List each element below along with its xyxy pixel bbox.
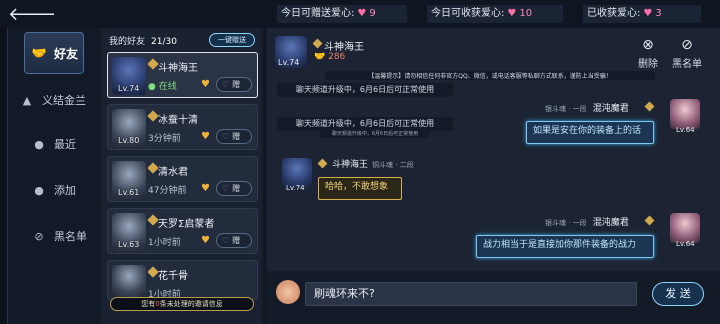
nav-item-sworn[interactable]: ▲ 义结金兰 xyxy=(18,80,100,120)
delete-friend-button[interactable]: ⊗ 删除 xyxy=(638,36,658,70)
friend-list: 我的好友 21/30 一键赠送 Lv.74 斗神海王 ● 在线 ♥ ♡ 赠 Lv.8… xyxy=(103,28,261,324)
nav-item-friends[interactable]: 🤝 好友 xyxy=(24,32,84,74)
heart-icon: ♥ xyxy=(507,8,517,19)
friend-card[interactable]: Lv.74 斗神海王 ● 在线 ♥ ♡ 赠 xyxy=(107,52,258,98)
emoji-button[interactable] xyxy=(276,280,300,304)
send-button[interactable]: 发 送 xyxy=(652,282,704,306)
system-notice: 【温馨提示】请勿相信任何非官方QQ、微信，或电话客服等私聊方式联系，谨防上当受骗… xyxy=(325,71,655,80)
ring-icon: ▲ xyxy=(22,93,32,107)
back-button[interactable]: 🡐 xyxy=(8,4,56,25)
nav-item-recent[interactable]: ● 最近 xyxy=(30,124,112,164)
heart-icon: ♡ xyxy=(222,80,230,89)
heart-count: 🤝 286 xyxy=(314,52,346,62)
gift-icon: ♥ xyxy=(201,131,210,142)
rank-badge-icon xyxy=(147,110,159,122)
heart-icon: ♥ xyxy=(357,8,367,19)
rank-badge-icon xyxy=(147,58,159,70)
gift-icon: ♥ xyxy=(201,235,210,246)
heart-icon: ♡ xyxy=(222,236,230,245)
give-heart-button[interactable]: ♡ 赠 xyxy=(216,181,252,196)
sender-name: 银斗魂 · 一段 混沌魔君 xyxy=(545,104,629,114)
friend-card[interactable]: Lv.80 冰蚕十清 3分钟前 ♥ ♡ 赠 xyxy=(107,104,258,150)
arrow-left-icon: 🡐 xyxy=(8,4,57,25)
message-bubble: 哈哈，不敢想象 xyxy=(318,177,402,200)
user-clock-icon: ● xyxy=(34,137,44,151)
chat-partner-name: 斗神海王 xyxy=(324,42,364,53)
give-heart-button[interactable]: ♡ 赠 xyxy=(216,233,252,248)
handshake-icon: 🤝 xyxy=(314,52,326,62)
heart-icon: ♥ xyxy=(643,8,653,19)
friend-card[interactable]: Lv.63 天罗Σ启蒙者 1小时前 ♥ ♡ 赠 xyxy=(107,208,258,254)
heart-icon: ♡ xyxy=(222,132,230,141)
system-message: 聊天频道升级中，6月6日后可正常使用 xyxy=(277,83,453,97)
avatar[interactable] xyxy=(670,99,700,129)
system-message: 聊天频道升级中，6月6日后可正常使用 xyxy=(320,130,430,138)
sender-name: 斗神海王 铜斗魂 · 二段 xyxy=(332,160,414,170)
friend-card[interactable]: 花千骨 1小时前 xyxy=(107,260,258,300)
rank-badge-icon xyxy=(147,214,159,226)
sender-name: 银斗魂 · 一段 混沌魔君 xyxy=(545,218,629,228)
friend-list-header: 我的好友 21/30 xyxy=(109,37,177,47)
nav-item-blacklist[interactable]: ⊘ 黑名单 xyxy=(30,216,112,256)
receive-hearts-stat: 今日可收获爱心: ♥ 10 xyxy=(427,5,563,23)
friend-card[interactable]: Lv.61 清水君 47分钟前 ♥ ♡ 赠 xyxy=(107,156,258,202)
avatar[interactable] xyxy=(670,213,700,243)
delete-user-icon: ⊗ xyxy=(642,37,654,53)
rank-badge-icon xyxy=(147,266,159,278)
message-bubble: 战力相当于是直接加你那件装备的战力 xyxy=(476,235,654,258)
message-bubble: 如果是安在你的装备上的话 xyxy=(526,121,654,144)
gift-hearts-stat: 今日可赠送爱心: ♥ 9 xyxy=(277,5,407,23)
rank-badge-icon xyxy=(147,162,159,174)
gift-icon: ♥ xyxy=(201,79,210,90)
give-heart-button[interactable]: ♡ 赠 xyxy=(216,77,252,92)
blacklist-button[interactable]: ⊘ 黑名单 xyxy=(672,36,702,70)
block-icon: ⊘ xyxy=(34,229,44,243)
nav-edge xyxy=(0,28,8,324)
nav-item-add[interactable]: ● 添加 xyxy=(30,170,112,210)
gift-icon: ♥ xyxy=(201,183,210,194)
avatar xyxy=(112,265,146,297)
system-message: 聊天频道升级中，6月6日后可正常使用 xyxy=(277,117,453,131)
heart-icon: ♡ xyxy=(222,184,230,193)
give-heart-button[interactable]: ♡ 赠 xyxy=(216,129,252,144)
received-hearts-stat: 已收获爱心: ♥ 3 xyxy=(583,5,701,23)
handshake-icon: 🤝 xyxy=(31,46,47,60)
block-icon: ⊘ xyxy=(681,37,693,53)
chat-input[interactable]: 刷魂环来不? xyxy=(305,282,637,306)
user-plus-icon: ● xyxy=(34,183,44,197)
online-status: ● 在线 xyxy=(148,82,177,92)
gift-all-button[interactable]: 一键赠送 xyxy=(209,33,255,47)
pending-invites-notice[interactable]: 您有0条未处理的邀请信息 xyxy=(110,297,254,311)
